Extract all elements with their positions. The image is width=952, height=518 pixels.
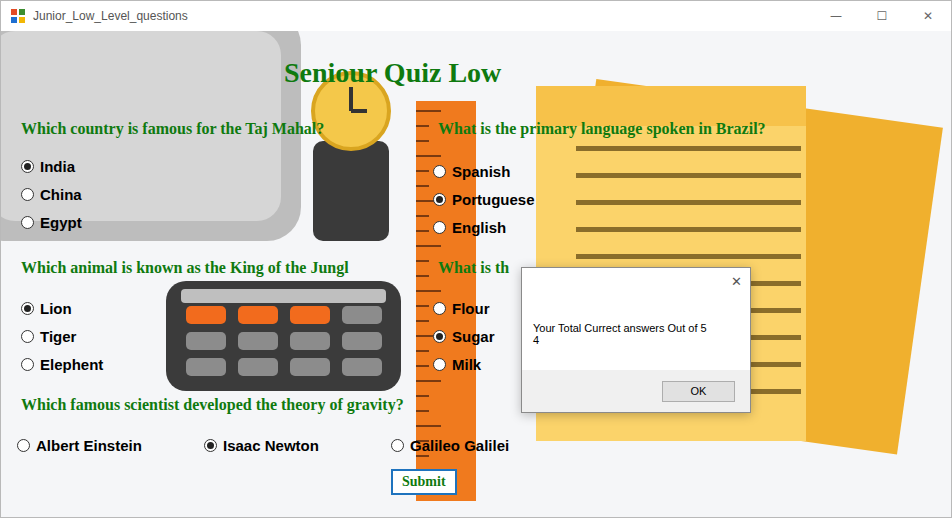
question-text: Which animal is known as the King of the… [17, 258, 433, 278]
option-list: LionTigerElephent [17, 294, 433, 378]
radio-option[interactable]: Egypt [21, 208, 433, 236]
radio-option[interactable]: Galileo Galilei [391, 431, 578, 459]
question-row: Which animal is known as the King of the… [17, 258, 951, 378]
radio-option[interactable]: Spanish [433, 157, 951, 185]
window-title: Junior_Low_Level_questions [33, 9, 188, 23]
radio-icon[interactable] [21, 160, 34, 173]
question: Which animal is known as the King of the… [17, 258, 433, 378]
radio-icon[interactable] [17, 439, 30, 452]
option-list: Albert EinsteinIsaac NewtonGalileo Galil… [17, 431, 951, 459]
button-strip: OK [522, 370, 750, 412]
radio-icon[interactable] [21, 358, 34, 371]
radio-icon[interactable] [433, 358, 446, 371]
radio-option[interactable]: India [21, 152, 433, 180]
question-text: What is the primary language spoken in B… [433, 119, 951, 139]
question-text: Which country is famous for the Taj Maha… [17, 119, 433, 139]
question: Which famous scientist developed the the… [17, 395, 951, 459]
window-control-button[interactable]: — [813, 1, 859, 31]
ok-button[interactable]: OK [662, 381, 735, 402]
form-body: Seniour Quiz Low Which country is famous … [1, 31, 951, 518]
title-bar: Junior_Low_Level_questions —☐✕ [1, 1, 951, 31]
radio-icon[interactable] [21, 188, 34, 201]
question-row: Which country is famous for the Taj Maha… [17, 119, 951, 241]
radio-option[interactable]: English [433, 213, 951, 241]
option-list: SpanishPortugueseEnglish [433, 157, 951, 241]
radio-icon[interactable] [433, 330, 446, 343]
radio-icon[interactable] [21, 302, 34, 315]
radio-option[interactable]: Isaac Newton [204, 431, 391, 459]
radio-icon[interactable] [21, 330, 34, 343]
window-control-button[interactable]: ✕ [905, 1, 951, 31]
close-button[interactable]: ✕ [731, 274, 742, 289]
message-text: Your Total Currect answers Out of 5 [533, 322, 740, 334]
radio-option[interactable]: Elephent [21, 350, 433, 378]
radio-icon[interactable] [433, 165, 446, 178]
radio-option[interactable]: Albert Einstein [17, 431, 204, 459]
window-control-button[interactable]: ☐ [859, 1, 905, 31]
radio-icon[interactable] [21, 216, 34, 229]
score-text: 4 [533, 334, 740, 346]
radio-option[interactable]: Tiger [21, 322, 433, 350]
radio-option[interactable]: Lion [21, 294, 433, 322]
radio-icon[interactable] [391, 439, 404, 452]
message-box: ✕ Your Total Currect answers Out of 54 OK [521, 267, 751, 413]
option-list: IndiaChinaEgypt [17, 152, 433, 236]
radio-option[interactable]: Portuguese [433, 185, 951, 213]
message-area: ✕ Your Total Currect answers Out of 54 [522, 268, 750, 370]
quiz-heading: Seniour Quiz Low [17, 57, 951, 89]
radio-option[interactable]: China [21, 180, 433, 208]
app-window: Junior_Low_Level_questions—☐✕Seniour Qui… [0, 0, 952, 518]
radio-icon[interactable] [433, 302, 446, 315]
radio-icon[interactable] [433, 221, 446, 234]
question: What is the primary language spoken in B… [433, 119, 951, 241]
question-text: Which famous scientist developed the the… [17, 395, 951, 415]
form-icon [11, 9, 25, 23]
window-controls: —☐✕ [813, 1, 951, 31]
question: Which country is famous for the Taj Maha… [17, 119, 433, 241]
submit-button[interactable]: Submit [391, 469, 457, 495]
radio-icon[interactable] [433, 193, 446, 206]
radio-icon[interactable] [204, 439, 217, 452]
